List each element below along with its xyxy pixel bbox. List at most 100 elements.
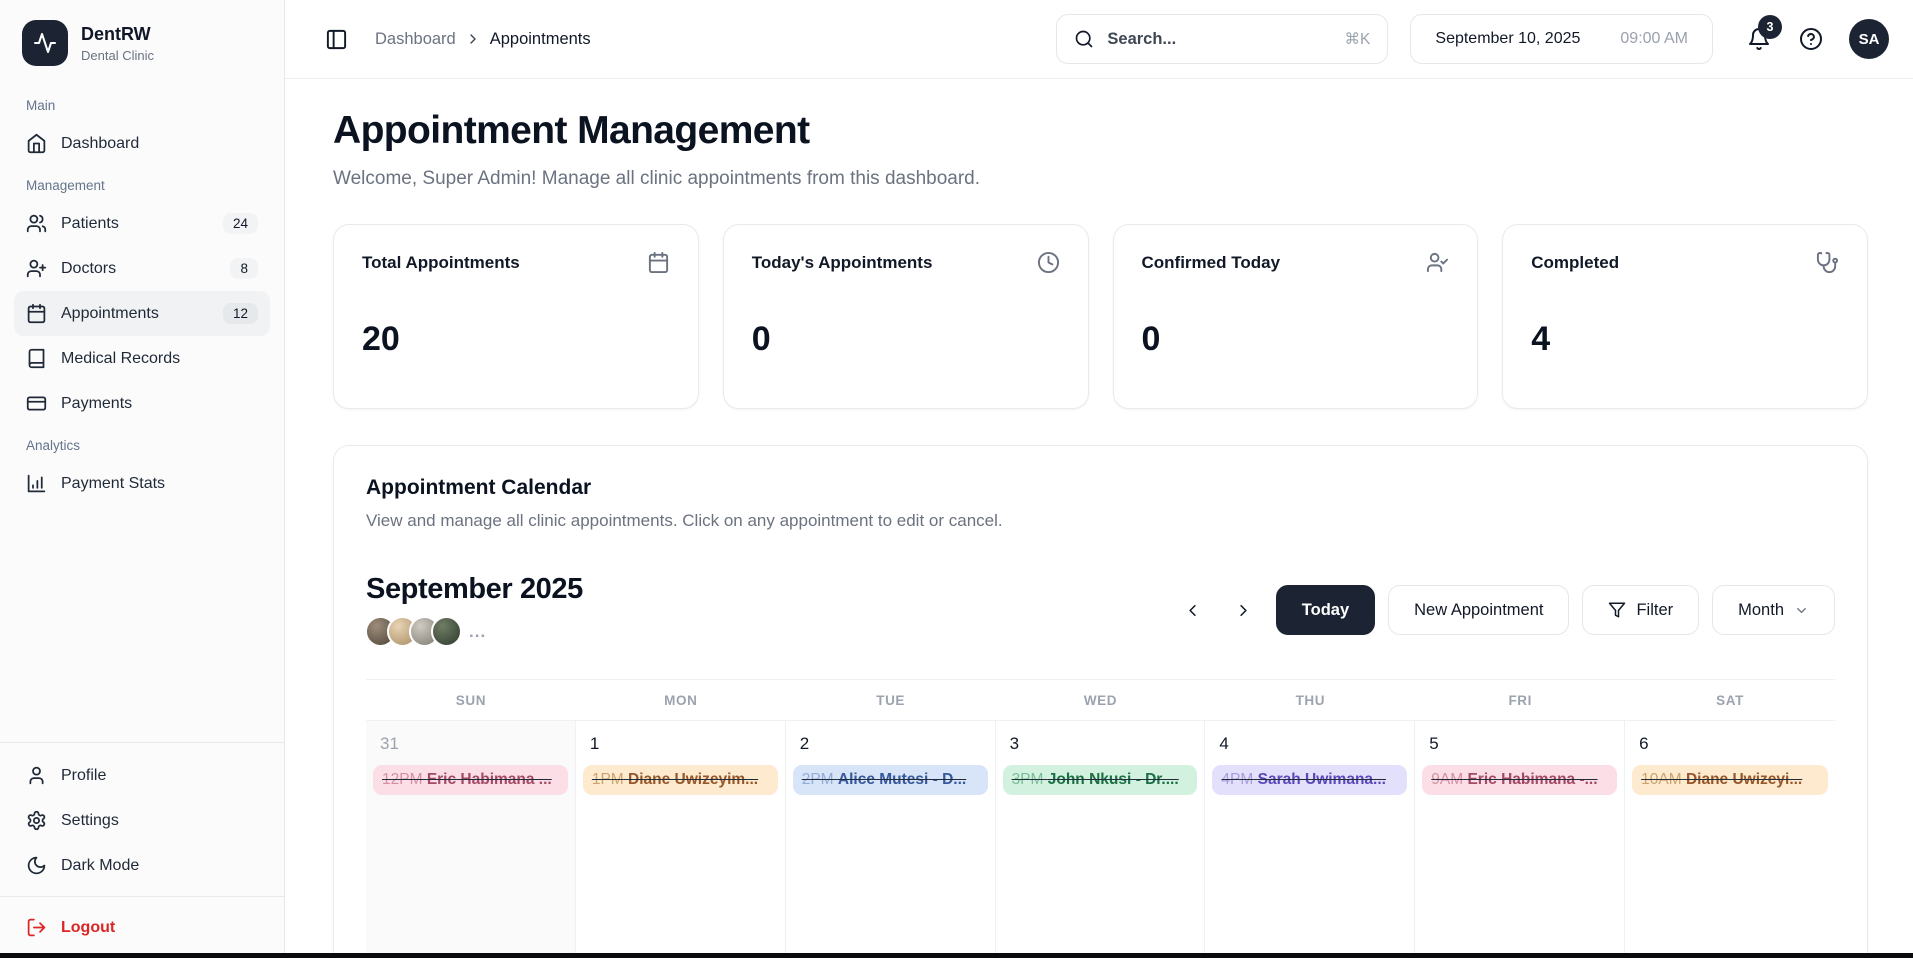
nav-section-management: Management: [14, 166, 270, 201]
page-subtitle: Welcome, Super Admin! Manage all clinic …: [333, 168, 1868, 190]
notifications-button[interactable]: 3: [1747, 27, 1771, 51]
search-shortcut: ⌘K: [1345, 30, 1371, 49]
nav-section-analytics: Analytics: [14, 426, 270, 461]
day-number: 31: [373, 731, 568, 765]
month-block: September 2025 ...: [366, 573, 583, 647]
avatar: [431, 616, 462, 647]
day-cell[interactable]: 5 9AM Eric Habimana -...: [1415, 721, 1625, 958]
appointment-time: 12PM: [382, 771, 423, 788]
sidebar-item-label: Doctors: [61, 260, 116, 278]
sidebar-item-doctors[interactable]: Doctors 8: [14, 246, 270, 291]
day-cell[interactable]: 3 3PM John Nkusi - Dr....: [996, 721, 1206, 958]
breadcrumb-dashboard[interactable]: Dashboard: [375, 30, 456, 49]
stat-value: 4: [1531, 320, 1839, 359]
filter-button[interactable]: Filter: [1582, 585, 1699, 635]
sidebar-item-medical-records[interactable]: Medical Records: [14, 336, 270, 381]
appointment-chip[interactable]: 12PM Eric Habimana ...: [373, 765, 568, 795]
day-number: 5: [1422, 731, 1617, 765]
weekday-label: WED: [996, 680, 1206, 721]
doctor-avatars: ...: [366, 616, 583, 647]
appointment-time: 2PM: [802, 771, 834, 788]
sidebar-item-label: Settings: [61, 812, 119, 830]
appointment-chip[interactable]: 4PM Sarah Uwimana...: [1212, 765, 1407, 795]
stats-row: Total Appointments 20 Today's Appointmen…: [333, 224, 1868, 409]
page-title: Appointment Management: [333, 109, 1868, 153]
brand-name: DentRW: [81, 24, 154, 45]
appointment-calendar-card: Appointment Calendar View and manage all…: [333, 445, 1868, 958]
new-appointment-button[interactable]: New Appointment: [1388, 585, 1569, 635]
sidebar-item-dark-mode[interactable]: Dark Mode: [14, 843, 270, 888]
moon-icon: [26, 855, 47, 876]
home-icon: [26, 133, 47, 154]
day-cell[interactable]: 2 2PM Alice Mutesi - D...: [786, 721, 996, 958]
stat-card-todays-appointments: Today's Appointments 0: [723, 224, 1089, 409]
chevron-right-icon: [465, 31, 481, 47]
doctors-count-badge: 8: [230, 258, 258, 279]
stat-card-confirmed-today: Confirmed Today 0: [1113, 224, 1479, 409]
appointment-chip[interactable]: 9AM Eric Habimana -...: [1422, 765, 1617, 795]
appointment-time: 9AM: [1431, 771, 1463, 788]
weekday-header: SUN MON TUE WED THU FRI SAT: [366, 680, 1835, 721]
avatar-overflow[interactable]: ...: [469, 622, 486, 642]
current-time: 09:00 AM: [1620, 30, 1688, 48]
topbar: Dashboard Appointments ⌘K September 10, …: [285, 0, 1913, 79]
sidebar-item-label: Profile: [61, 767, 106, 785]
calendar-grid: SUN MON TUE WED THU FRI SAT 31 12PM Eric…: [366, 679, 1835, 958]
sidebar-nav: Main Dashboard Management Patients 24 Do…: [0, 80, 284, 742]
prev-month-button[interactable]: [1174, 591, 1212, 629]
users-icon: [26, 213, 47, 234]
sidebar-item-appointments[interactable]: Appointments 12: [14, 291, 270, 336]
search-box[interactable]: ⌘K: [1056, 14, 1388, 64]
sidebar-item-label: Medical Records: [61, 350, 180, 368]
appointment-chip[interactable]: 1PM Diane Uwizeyim...: [583, 765, 778, 795]
logout-icon: [26, 917, 47, 938]
sidebar-item-payment-stats[interactable]: Payment Stats: [14, 461, 270, 506]
next-month-button[interactable]: [1225, 591, 1263, 629]
weekday-label: MON: [576, 680, 786, 721]
stethoscope-icon: [1816, 251, 1839, 274]
day-number: 3: [1003, 731, 1198, 765]
appointment-chip[interactable]: 3PM John Nkusi - Dr....: [1003, 765, 1198, 795]
appointment-chip[interactable]: 10AM Diane Uwizeyi...: [1632, 765, 1828, 795]
current-date: September 10, 2025: [1435, 30, 1580, 48]
sidebar-footer: Profile Settings Dark Mode Logout: [0, 742, 284, 958]
book-icon: [26, 348, 47, 369]
sidebar-toggle-button[interactable]: [321, 24, 351, 54]
logout-button[interactable]: Logout: [14, 905, 270, 950]
sidebar-item-payments[interactable]: Payments: [14, 381, 270, 426]
day-cell[interactable]: 6 10AM Diane Uwizeyi...: [1625, 721, 1835, 958]
today-button[interactable]: Today: [1276, 585, 1375, 635]
view-select[interactable]: Month: [1712, 585, 1835, 635]
sidebar-item-profile[interactable]: Profile: [14, 753, 270, 798]
search-input[interactable]: [1107, 30, 1331, 49]
chevron-left-icon: [1183, 601, 1202, 620]
date-time-box: September 10, 2025 09:00 AM: [1410, 14, 1713, 64]
appointment-time: 4PM: [1221, 771, 1253, 788]
sidebar-item-patients[interactable]: Patients 24: [14, 201, 270, 246]
gear-icon: [26, 810, 47, 831]
sidebar-item-label: Payments: [61, 395, 132, 413]
sidebar-item-label: Patients: [61, 215, 119, 233]
appointment-time: 1PM: [592, 771, 624, 788]
appointment-title: Eric Habimana ...: [427, 771, 552, 788]
bar-chart-icon: [26, 473, 47, 494]
stat-label: Today's Appointments: [752, 253, 933, 273]
breadcrumb: Dashboard Appointments: [375, 30, 591, 49]
brand: DentRW Dental Clinic: [0, 0, 284, 80]
user-avatar[interactable]: SA: [1849, 19, 1889, 59]
day-cell[interactable]: 1 1PM Diane Uwizeyim...: [576, 721, 786, 958]
clock-icon: [1037, 251, 1060, 274]
sidebar-item-dashboard[interactable]: Dashboard: [14, 121, 270, 166]
user-check-icon: [1426, 251, 1449, 274]
day-cell[interactable]: 4 4PM Sarah Uwimana...: [1205, 721, 1415, 958]
sidebar-item-label: Dark Mode: [61, 857, 139, 875]
activity-icon: [33, 31, 57, 55]
help-button[interactable]: [1799, 27, 1823, 51]
appointment-time: 3PM: [1012, 771, 1044, 788]
day-cell[interactable]: 31 12PM Eric Habimana ...: [366, 721, 576, 958]
stat-value: 20: [362, 320, 670, 359]
calendar-actions: Today New Appointment Filter Month: [1174, 585, 1835, 635]
appointment-chip[interactable]: 2PM Alice Mutesi - D...: [793, 765, 988, 795]
chevron-down-icon: [1794, 603, 1809, 618]
sidebar-item-settings[interactable]: Settings: [14, 798, 270, 843]
